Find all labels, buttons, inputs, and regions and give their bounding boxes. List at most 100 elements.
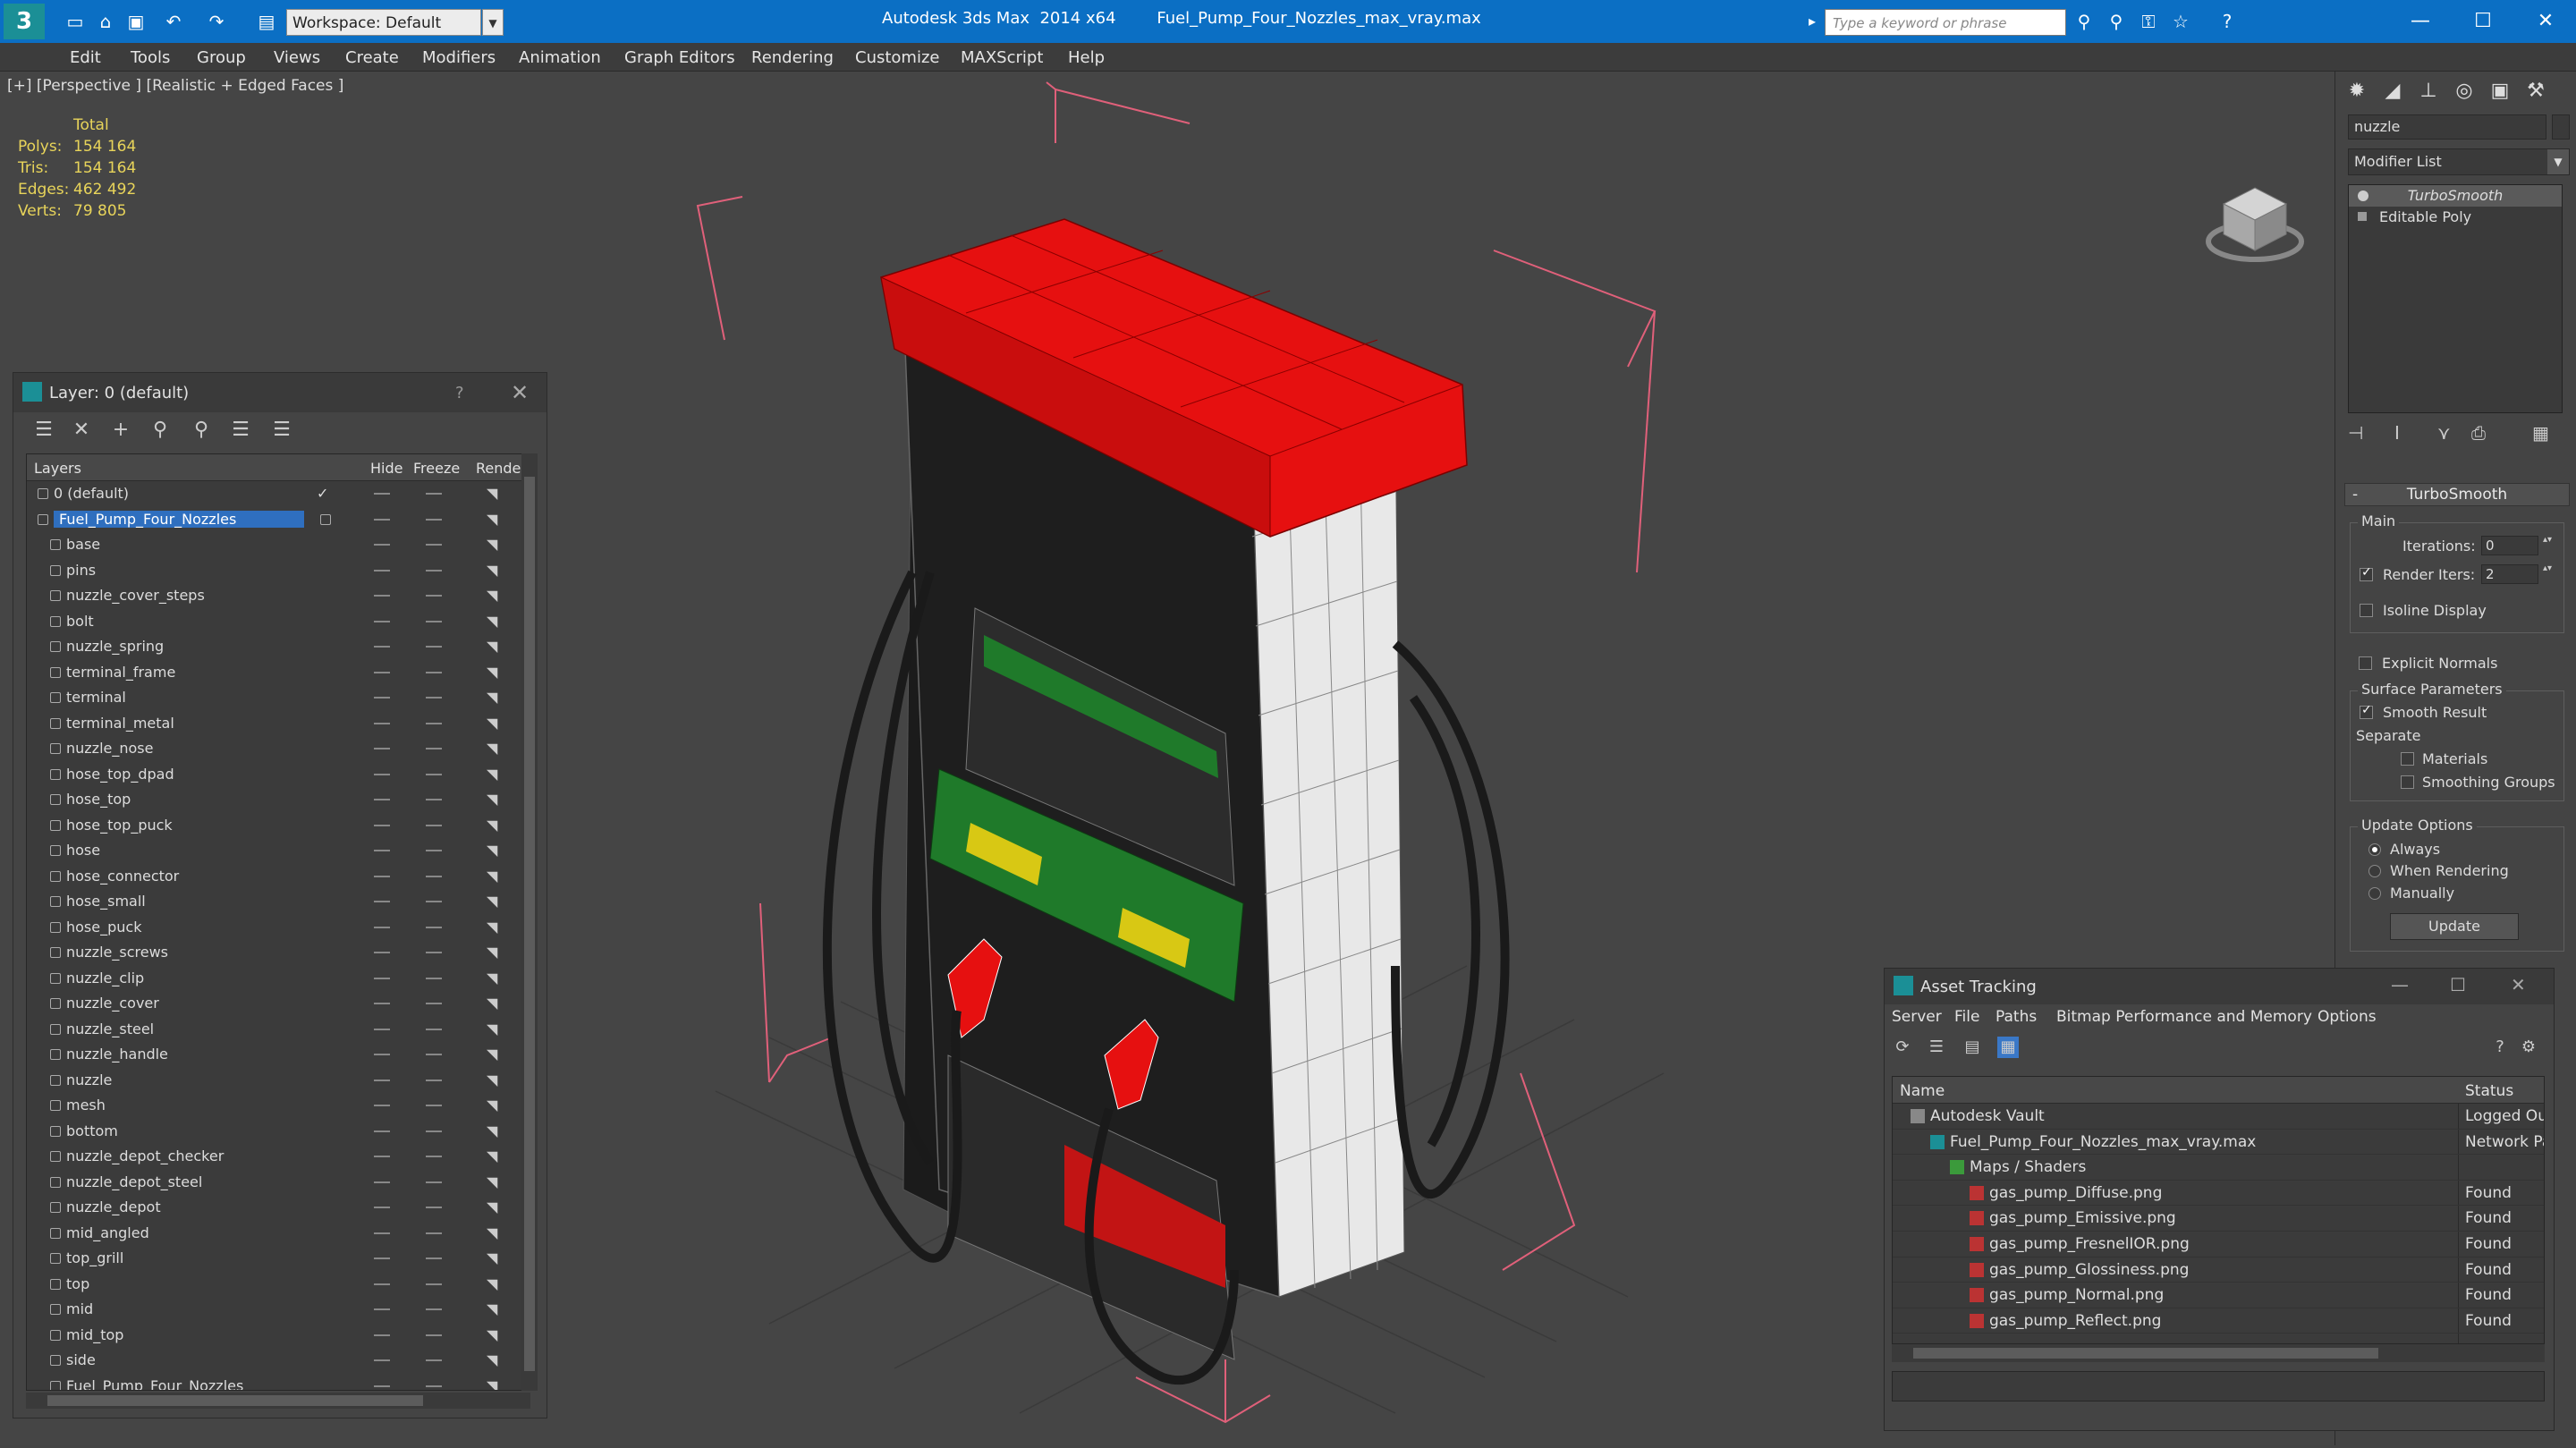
when-rendering-radio[interactable] <box>2368 865 2381 877</box>
pin-stack-icon[interactable]: ⊣ <box>2348 422 2363 444</box>
asset-menu-bitmap[interactable]: Bitmap Performance and Memory <box>2056 1008 2312 1026</box>
render-teapot-icon[interactable]: ◥ <box>487 1300 497 1317</box>
layer-row[interactable]: hose ◥ <box>27 838 530 864</box>
hide-toggle[interactable] <box>374 824 390 826</box>
redo-icon[interactable]: ↷ <box>206 11 227 32</box>
modify-tab-icon[interactable]: ◢ <box>2377 75 2409 107</box>
layer-row[interactable]: bolt ◥ <box>27 609 530 635</box>
menu-edit[interactable]: Edit <box>70 48 101 67</box>
layer-row[interactable]: nuzzle_cover ◥ <box>27 991 530 1017</box>
render-teapot-icon[interactable]: ◥ <box>487 664 497 681</box>
expand-icon[interactable] <box>2358 212 2367 221</box>
configure-sets-icon[interactable]: ▦ <box>2532 422 2549 444</box>
star-icon[interactable]: ☆ <box>2168 11 2193 32</box>
lightbulb-icon[interactable] <box>2358 191 2368 201</box>
freeze-toggle[interactable] <box>426 1308 442 1310</box>
vertical-scrollbar[interactable] <box>521 453 538 1391</box>
asset-row[interactable]: gas_pump_Emissive.png Found <box>1893 1206 2544 1232</box>
render-teapot-icon[interactable]: ◥ <box>487 1198 497 1215</box>
render-teapot-icon[interactable]: ◥ <box>487 919 497 936</box>
object-color-swatch[interactable] <box>2552 114 2570 140</box>
always-radio[interactable] <box>2368 843 2381 856</box>
layer-row[interactable]: terminal_metal ◥ <box>27 711 530 737</box>
explicit-normals-checkbox[interactable] <box>2359 656 2372 670</box>
materials-checkbox[interactable] <box>2401 752 2414 766</box>
asset-row[interactable]: gas_pump_Diffuse.png Found <box>1893 1181 2544 1207</box>
layer-row[interactable]: hose_connector ◥ <box>27 864 530 890</box>
workspace-dropdown[interactable]: Workspace: Default ▼ <box>286 9 504 36</box>
hide-toggle[interactable] <box>374 977 390 979</box>
object-name-input[interactable]: nuzzle <box>2348 114 2546 140</box>
freeze-toggle[interactable] <box>426 1257 442 1259</box>
hide-toggle[interactable] <box>374 1334 390 1336</box>
render-teapot-icon[interactable]: ◥ <box>487 995 497 1012</box>
render-teapot-icon[interactable]: ◥ <box>487 1351 497 1368</box>
hide-toggle[interactable] <box>374 1003 390 1004</box>
motion-tab-icon[interactable]: ◎ <box>2448 75 2480 107</box>
layer-row[interactable]: hose_top ◥ <box>27 787 530 813</box>
menu-modifiers[interactable]: Modifiers <box>422 48 496 67</box>
layer-row[interactable]: Fuel_Pump_Four_Nozzles ◥ <box>27 507 530 533</box>
close-button[interactable]: ✕ <box>2519 5 2572 38</box>
freeze-toggle[interactable] <box>426 977 442 979</box>
stack-item-turbosmooth[interactable]: TurboSmooth <box>2349 185 2562 207</box>
freeze-toggle[interactable] <box>426 824 442 826</box>
freeze-toggle[interactable] <box>426 799 442 800</box>
new-icon[interactable]: ▭ <box>64 11 86 32</box>
freeze-toggle[interactable] <box>426 1105 442 1106</box>
freeze-toggle[interactable] <box>426 646 442 648</box>
hide-toggle[interactable] <box>374 671 390 673</box>
delete-icon[interactable]: ✕ <box>69 418 94 443</box>
layer-row[interactable]: base ◥ <box>27 532 530 558</box>
undo-icon[interactable]: ↶ <box>163 11 184 32</box>
display-tab-icon[interactable]: ▣ <box>2484 75 2516 107</box>
render-teapot-icon[interactable]: ◥ <box>487 1020 497 1037</box>
iterations-spinner[interactable]: 0 <box>2481 536 2552 555</box>
menu-graph-editors[interactable]: Graph Editors <box>624 48 735 67</box>
layer-panel-header[interactable]: Layer: 0 (default) ? ✕ <box>13 373 547 412</box>
menu-rendering[interactable]: Rendering <box>751 48 834 67</box>
render-teapot-icon[interactable]: ◥ <box>487 1224 497 1241</box>
utilities-tab-icon[interactable]: ⚒ <box>2520 75 2552 107</box>
turbosmooth-rollout-header[interactable]: - TurboSmooth <box>2344 483 2570 506</box>
layer-row[interactable]: nuzzle_clip ◥ <box>27 966 530 992</box>
hide-toggle[interactable] <box>374 1359 390 1361</box>
menu-create[interactable]: Create <box>345 48 399 67</box>
hide-toggle[interactable] <box>374 722 390 724</box>
render-teapot-icon[interactable]: ◥ <box>487 1326 497 1343</box>
list-view-icon[interactable]: ☰ <box>1926 1037 1947 1058</box>
freeze-toggle[interactable] <box>426 952 442 953</box>
maximize-button[interactable]: ☐ <box>2456 5 2510 38</box>
project-folder-icon[interactable]: ▤ <box>256 11 277 32</box>
freeze-toggle[interactable] <box>426 1283 442 1285</box>
refresh-icon[interactable]: ⟳ <box>1892 1037 1913 1058</box>
menu-maxscript[interactable]: MAXScript <box>961 48 1043 67</box>
help-icon[interactable]: ? <box>2489 1037 2511 1058</box>
render-teapot-icon[interactable]: ◥ <box>487 944 497 961</box>
freeze-toggle[interactable] <box>426 671 442 673</box>
maximize-button[interactable]: ☐ <box>2450 974 2466 995</box>
freeze-toggle[interactable] <box>426 875 442 877</box>
col-layers[interactable]: Layers <box>34 460 81 477</box>
asset-row[interactable]: Autodesk Vault Logged Out <box>1893 1104 2544 1130</box>
hide-toggle[interactable] <box>374 1054 390 1055</box>
help-icon[interactable]: ? <box>2215 11 2240 32</box>
asset-row[interactable]: gas_pump_Glossiness.png Found <box>1893 1257 2544 1283</box>
modifier-list-dropdown[interactable]: Modifier List ▼ <box>2348 148 2570 175</box>
set-current-icon[interactable] <box>320 513 331 525</box>
asset-row[interactable]: Maps / Shaders <box>1893 1155 2544 1181</box>
layer-row[interactable]: mesh ◥ <box>27 1093 530 1119</box>
settings-icon[interactable]: ⚙ <box>2518 1037 2539 1058</box>
layer-row[interactable]: hose_top_dpad ◥ <box>27 762 530 788</box>
hide-toggle[interactable] <box>374 799 390 800</box>
freeze-toggle[interactable] <box>426 1003 442 1004</box>
hide-toggle[interactable] <box>374 493 390 495</box>
minimize-button[interactable]: — <box>2391 974 2409 995</box>
freeze-toggle[interactable] <box>426 1130 442 1132</box>
layer-row[interactable]: nuzzle_screws ◥ <box>27 940 530 966</box>
freeze-toggle[interactable] <box>426 1207 442 1208</box>
asset-row[interactable]: Fuel_Pump_Four_Nozzles_max_vray.max Netwo… <box>1893 1130 2544 1156</box>
asset-menu-options[interactable]: Options <box>2318 1008 2377 1026</box>
viewport-label[interactable]: [+] [Perspective ] [Realistic + Edged Fa… <box>7 77 343 95</box>
minimize-button[interactable]: — <box>2394 5 2447 38</box>
